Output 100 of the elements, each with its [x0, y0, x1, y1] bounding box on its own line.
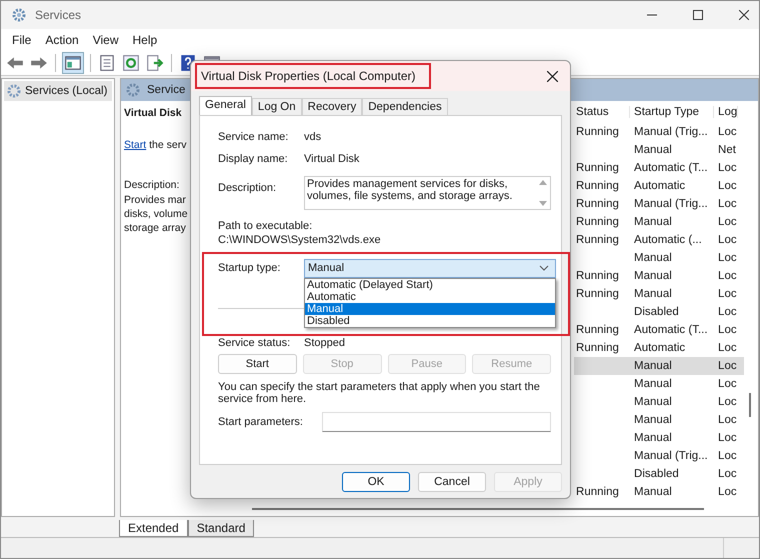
table-cell-text: Running: [575, 126, 620, 138]
table-cell-text: Loc: [717, 306, 737, 318]
table-cell-text: Manual (Trig...: [633, 126, 709, 138]
table-cell-text: Running: [575, 180, 620, 192]
dropdown-option[interactable]: Disabled: [305, 314, 555, 326]
close-icon[interactable]: [547, 70, 558, 82]
field-label: Service status:: [218, 337, 292, 349]
scrollbar-thumb[interactable]: [749, 393, 752, 417]
table-cell-text: Running: [575, 324, 620, 336]
table-cell-text: Loc: [717, 360, 737, 372]
path-text: C:\WINDOWS\System32\vds.exe: [218, 234, 382, 248]
description-text: Provides management services for disks, volumes, file systems, and storage arrays.: [307, 178, 514, 204]
column-header[interactable]: Startup Type: [630, 106, 714, 118]
dialog-button[interactable]: OK: [342, 472, 410, 492]
table-cell-text: Loc: [717, 414, 737, 426]
table-cell-text: Manual: [633, 360, 673, 372]
field-label: Display name:: [218, 153, 289, 165]
dialog-tab[interactable]: Recovery: [302, 98, 362, 115]
service-button[interactable]: Start: [218, 354, 297, 374]
table-cell-text: Loc: [717, 342, 737, 354]
table-cell-text: Running: [575, 486, 620, 498]
table-cell-text: Manual: [633, 216, 673, 228]
table-cell-text: Running: [575, 198, 620, 210]
table-cell-text: Automatic (T...: [633, 324, 709, 336]
table-cell-text: Loc: [717, 486, 737, 498]
table-cell-text: Manual: [633, 144, 673, 156]
pane-header-title: Service: [147, 84, 186, 96]
column-header[interactable]: Log: [714, 106, 738, 118]
refresh-icon[interactable]: [121, 53, 141, 73]
table-cell-text: Automatic: [633, 180, 686, 192]
table-cell-text: Loc: [717, 270, 737, 282]
view-tab[interactable]: Standard: [188, 520, 254, 537]
table-cell-text: Manual: [633, 252, 673, 264]
table-cell-text: Manual (Trig...: [633, 450, 709, 462]
table-cell-text: Loc: [717, 234, 737, 246]
dialog-tab[interactable]: General: [199, 96, 252, 115]
help-text: You can specify the start parameters that apply when you start the service from here.: [218, 381, 541, 405]
start-link[interactable]: Start: [124, 139, 146, 151]
column-header[interactable]: Status: [574, 106, 630, 118]
table-cell-text: Running: [575, 234, 620, 246]
dialog-tab[interactable]: Dependencies: [362, 98, 448, 115]
start-link-text: the serv: [149, 139, 186, 151]
startup-type-dropdown[interactable]: Manual: [304, 258, 556, 278]
description-text: Provides mar: [124, 194, 186, 208]
field-value: vds: [304, 131, 322, 143]
horizontal-scrollbar[interactable]: [252, 508, 704, 510]
dialog-button[interactable]: Cancel: [418, 472, 486, 492]
table-cell-text: Loc: [717, 198, 737, 210]
field-value: Stopped: [304, 337, 345, 349]
field-label: Path to executable:: [218, 220, 314, 234]
table-cell-text: Running: [575, 288, 620, 300]
description-box[interactable]: Provides management services for disks, volumes, file systems, and storage arrays.: [304, 176, 551, 210]
table-cell-text: Loc: [717, 252, 737, 264]
field-label: Service name:: [218, 131, 290, 143]
chevron-down-icon: [539, 265, 549, 271]
table-cell-text: Manual: [633, 396, 673, 408]
scroll-arrows-icon[interactable]: [538, 178, 548, 208]
field-label: Startup type:: [218, 262, 282, 274]
start-parameters-field[interactable]: [322, 412, 551, 432]
close-icon[interactable]: [739, 10, 749, 20]
table-cell-text: Running: [575, 342, 620, 354]
field-label: Start parameters:: [218, 416, 304, 428]
table-cell-text: Manual: [633, 414, 673, 426]
window-title: Services: [35, 8, 82, 22]
table-cell-text: Disabled: [633, 468, 680, 480]
menu-item[interactable]: Action: [38, 33, 86, 47]
tree-item-label: Services (Local): [25, 85, 108, 97]
dropdown-option[interactable]: Automatic (Delayed Start): [305, 278, 555, 290]
table-cell-text: Loc: [717, 432, 737, 444]
table-cell-text: Automatic (...: [633, 234, 703, 246]
field-value: Virtual Disk: [304, 153, 360, 165]
menu-item[interactable]: View: [86, 33, 126, 47]
table-cell-text: Running: [575, 162, 620, 174]
table-cell-text: Manual: [633, 432, 673, 444]
console-tree-icon[interactable]: [62, 52, 84, 74]
selected-row[interactable]: Manual Loc: [574, 357, 744, 375]
table-cell-text: Running: [575, 270, 620, 282]
menu-item[interactable]: Help: [126, 33, 164, 47]
tree-item[interactable]: Services (Local): [4, 81, 112, 101]
view-tab[interactable]: Extended: [119, 520, 188, 537]
export-list-icon[interactable]: [145, 53, 165, 73]
table-cell-text: Loc: [717, 378, 737, 390]
maximize-icon[interactable]: [693, 10, 703, 20]
dialog-tab[interactable]: Log On: [252, 98, 302, 115]
field-label: Description:: [218, 181, 278, 194]
table-cell-text: Loc: [717, 162, 737, 174]
description-label: Description:: [124, 179, 180, 193]
table-cell-text: Loc: [717, 396, 737, 408]
menu-item[interactable]: File: [5, 33, 38, 47]
table-cell-text: Loc: [717, 468, 737, 480]
dropdown-option[interactable]: Manual: [305, 302, 555, 314]
table-cell-text: Manual: [633, 270, 673, 282]
table-cell-text: Automatic: [633, 342, 686, 354]
description-text: disks, volume: [124, 208, 188, 222]
dropdown-option[interactable]: Automatic: [305, 290, 555, 302]
dialog-title: Virtual Disk Properties (Local Computer): [201, 69, 416, 83]
gear-icon: [11, 7, 27, 23]
table-cell-text: Disabled: [633, 306, 680, 318]
table-cell-text: Automatic (T...: [633, 162, 709, 174]
gear-icon: [6, 83, 22, 99]
